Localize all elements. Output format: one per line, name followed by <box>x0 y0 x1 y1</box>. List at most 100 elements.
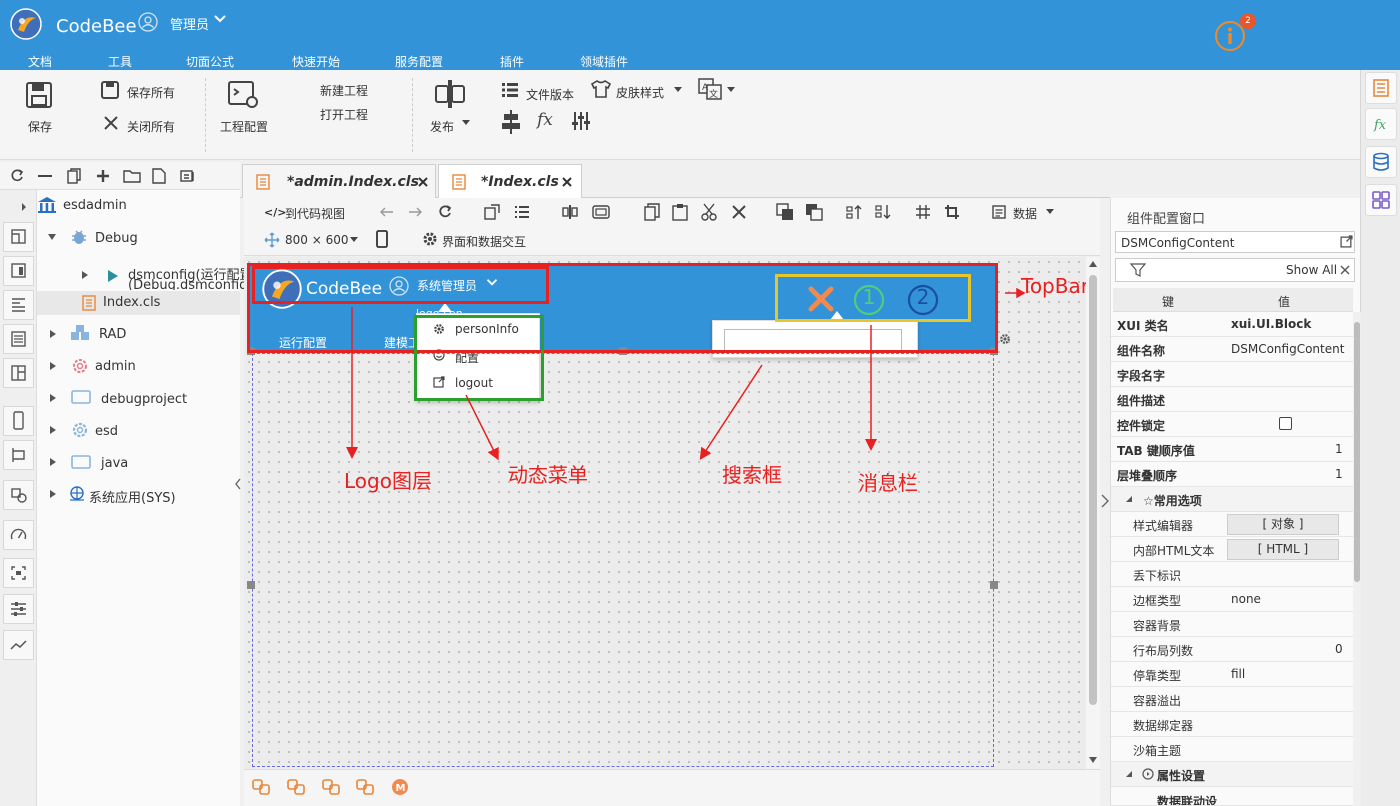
to-code-view-button[interactable]: 到代码视图 <box>285 205 345 222</box>
grid-layout-icon[interactable] <box>3 358 34 388</box>
publish-button[interactable]: 发布 <box>430 118 454 135</box>
skin-style-button[interactable]: 皮肤样式 <box>616 84 664 101</box>
menu-domain-plugin[interactable]: 领域插件 <box>580 53 628 70</box>
chevron-down-icon[interactable] <box>214 14 226 24</box>
prop-row[interactable]: 样式编辑器 [ 对象 ] <box>1111 512 1353 537</box>
tree-item-debugproject[interactable]: debugproject <box>101 392 187 407</box>
chevron-down-icon[interactable] <box>727 87 735 93</box>
save-all-button[interactable]: 保存所有 <box>127 84 175 101</box>
data-icon[interactable] <box>992 205 1006 219</box>
formula-panel-icon[interactable]: fx <box>1365 108 1397 140</box>
chevron-down-icon[interactable] <box>462 120 470 126</box>
group-properties[interactable]: 属性设置 <box>1111 762 1353 787</box>
expand-arrow-icon[interactable] <box>1125 495 1133 503</box>
object-editor-button[interactable]: [ 对象 ] <box>1227 514 1339 535</box>
scroll-thumb[interactable] <box>1089 275 1097 705</box>
project-config-icon[interactable] <box>227 80 259 110</box>
tree-item-esd[interactable]: esd <box>95 424 118 439</box>
move-icon[interactable] <box>264 232 280 248</box>
gear-icon[interactable] <box>422 231 438 247</box>
menu-aspect[interactable]: 切面公式 <box>186 53 234 70</box>
formula-icon[interactable]: fx <box>537 110 557 132</box>
focus-icon[interactable] <box>3 558 34 588</box>
send-back-icon[interactable] <box>805 203 823 221</box>
split-view-icon[interactable] <box>562 204 578 220</box>
undo-icon[interactable] <box>380 206 394 218</box>
open-project-button[interactable]: 打开工程 <box>320 106 368 123</box>
save-button[interactable]: 保存 <box>28 118 52 135</box>
align-icon[interactable] <box>501 110 521 134</box>
tree-item-debug[interactable]: Debug <box>95 231 138 246</box>
expand-arrow-icon[interactable] <box>1125 770 1133 778</box>
prop-row[interactable]: 沙箱主题 <box>1111 737 1353 762</box>
cut-icon[interactable] <box>701 203 717 221</box>
scroll-thumb[interactable] <box>1354 322 1360 582</box>
prop-row[interactable]: 行布局列数 0 <box>1111 637 1353 662</box>
tree-item-esdadmin[interactable]: esdadmin <box>63 198 127 213</box>
module-icon[interactable]: M <box>391 778 409 796</box>
prop-row[interactable]: XUI 类名 xui.UI.Block <box>1111 312 1353 337</box>
filter-icon[interactable] <box>1130 262 1146 278</box>
user-name[interactable]: 管理员 <box>170 14 209 33</box>
group-common[interactable]: ☆常用选项 <box>1111 487 1353 512</box>
chevron-down-icon[interactable] <box>350 237 358 243</box>
delete-icon[interactable] <box>732 205 746 219</box>
panel-scrollbar[interactable] <box>1353 312 1361 806</box>
publish-icon[interactable] <box>433 78 467 110</box>
code-icon[interactable]: </> <box>264 206 286 219</box>
collapsed-arrow-icon[interactable] <box>49 361 57 371</box>
settings-sliders-icon[interactable] <box>3 594 34 624</box>
prop-row[interactable]: 边框类型 none <box>1111 587 1353 612</box>
chevron-down-icon[interactable] <box>674 87 682 93</box>
collapsed-arrow-icon[interactable] <box>49 425 57 435</box>
components-icon[interactable] <box>1365 184 1397 216</box>
close-all-button[interactable]: 关闭所有 <box>127 118 175 135</box>
folder-icon[interactable] <box>123 169 141 183</box>
grid-icon[interactable] <box>915 204 931 220</box>
prop-row[interactable]: 容器溢出 <box>1111 687 1353 712</box>
redo-icon[interactable] <box>408 206 422 218</box>
menu-quickstart[interactable]: 快速开始 <box>292 53 340 70</box>
prop-row[interactable]: 字段名字 <box>1111 362 1353 387</box>
menu-doc[interactable]: 文档 <box>28 53 52 70</box>
component-select[interactable]: DSMConfigContent <box>1115 231 1355 253</box>
prop-row[interactable]: 组件描述 <box>1111 387 1353 412</box>
link-icon[interactable] <box>287 779 305 795</box>
copy-icon[interactable] <box>67 168 81 184</box>
scroll-up-icon[interactable] <box>1089 261 1097 267</box>
file-icon[interactable] <box>152 168 166 184</box>
list-icon[interactable] <box>502 82 518 98</box>
save-all-icon[interactable] <box>100 80 120 100</box>
prop-row[interactable]: 丢下标识 <box>1111 562 1353 587</box>
prop-row[interactable]: TAB 键顺序值 1 <box>1111 437 1353 462</box>
file-version-button[interactable]: 文件版本 <box>526 86 574 103</box>
sliders-icon[interactable] <box>571 111 591 131</box>
database-icon[interactable] <box>1365 146 1397 178</box>
sort-up-icon[interactable] <box>846 204 862 220</box>
menu-plugin[interactable]: 插件 <box>500 53 524 70</box>
show-all-button[interactable]: Show All <box>1286 263 1337 277</box>
chart-line-icon[interactable] <box>3 630 34 660</box>
new-project-button[interactable]: 新建工程 <box>320 82 368 99</box>
mobile-icon[interactable] <box>376 230 388 248</box>
tree-item-java[interactable]: java <box>101 456 128 471</box>
close-icon[interactable] <box>561 176 573 188</box>
paste-icon[interactable] <box>672 203 688 221</box>
bring-front-icon[interactable] <box>776 203 794 221</box>
shirt-icon[interactable] <box>590 79 612 99</box>
expand-arrow-icon[interactable] <box>47 233 57 241</box>
canvas-scrollbar[interactable] <box>1086 257 1100 769</box>
project-config-button[interactable]: 工程配置 <box>220 118 268 135</box>
tree-item-admin[interactable]: admin <box>95 359 136 374</box>
prop-row[interactable]: 内部HTML文本 [ HTML ] <box>1111 537 1353 562</box>
menu-service[interactable]: 服务配置 <box>395 53 443 70</box>
design-canvas[interactable]: CodeBee 系统管理员 logo con 运行配置 建模工 personIn… <box>244 257 1086 769</box>
shapes-icon[interactable] <box>3 480 34 510</box>
layout-icon[interactable] <box>3 222 34 252</box>
clear-filter-icon[interactable] <box>1339 264 1351 276</box>
lock-checkbox[interactable] <box>1279 417 1292 430</box>
collapsed-arrow-icon[interactable] <box>49 329 57 339</box>
data-dropdown[interactable]: 数据 <box>1013 205 1037 222</box>
prop-row[interactable]: 层堆叠顺序 1 <box>1111 462 1353 487</box>
menu-tools[interactable]: 工具 <box>108 53 132 70</box>
